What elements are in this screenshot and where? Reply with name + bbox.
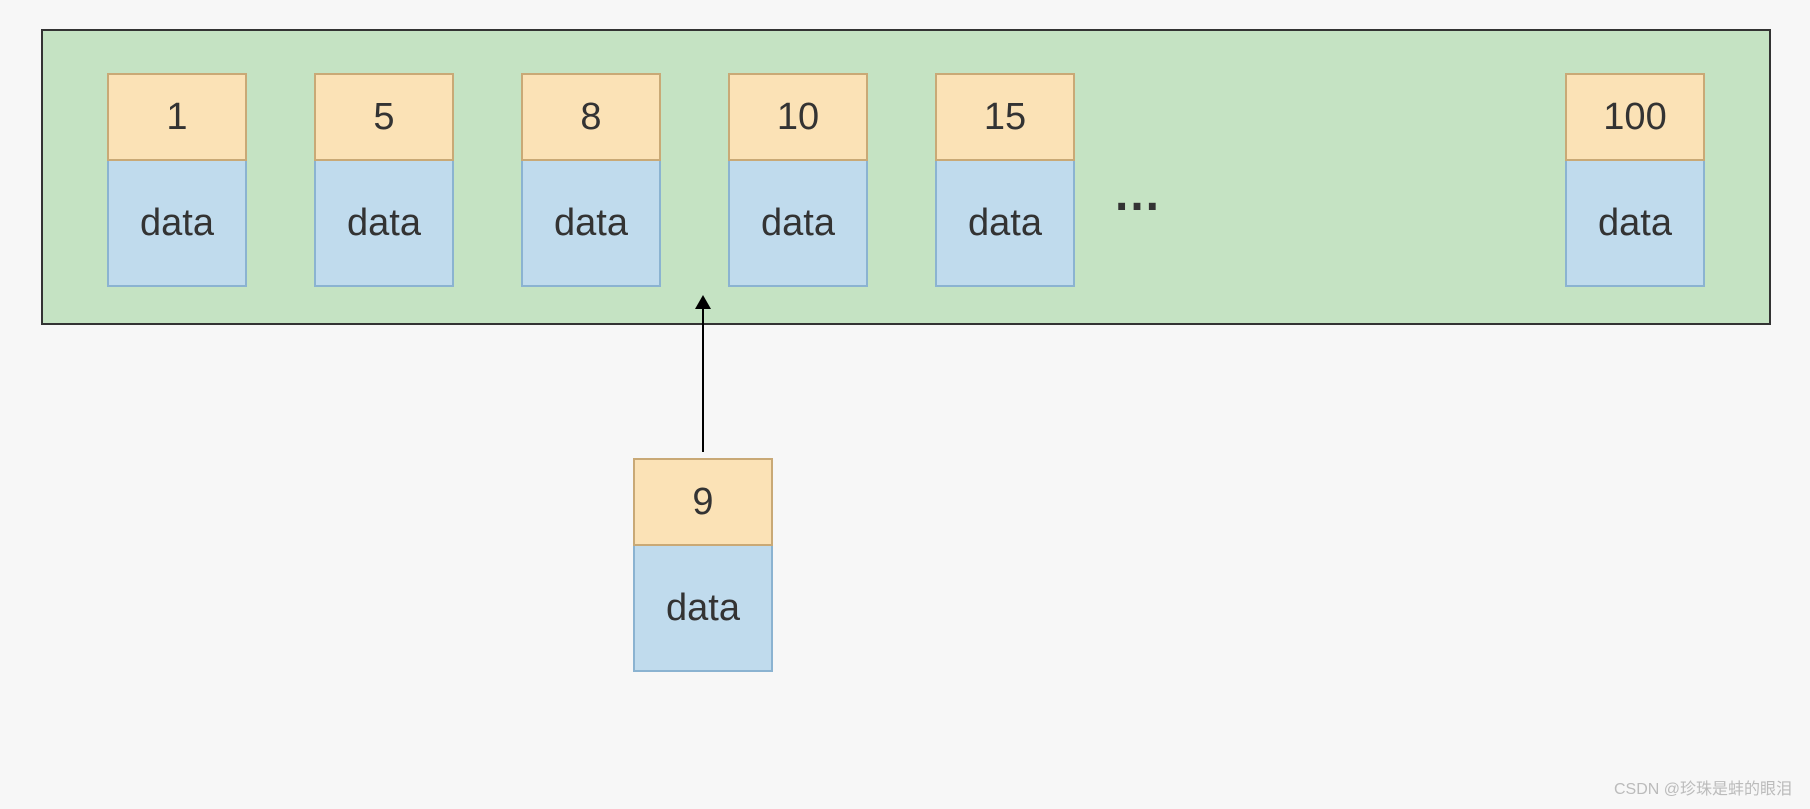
array-node: 5 data: [314, 73, 454, 287]
insert-arrow: [702, 297, 704, 452]
node-key: 8: [521, 73, 661, 161]
node-data: data: [728, 161, 868, 287]
array-node: 15 data: [935, 73, 1075, 287]
node-data: data: [521, 161, 661, 287]
node-data: data: [935, 161, 1075, 287]
array-node: 8 data: [521, 73, 661, 287]
node-key: 100: [1565, 73, 1705, 161]
node-key: 9: [633, 458, 773, 546]
array-container: 1 data 5 data 8 data 10 data 15 data ...…: [41, 29, 1771, 325]
node-data: data: [107, 161, 247, 287]
watermark: CSDN @珍珠是蚌的眼泪: [1614, 775, 1792, 799]
ellipsis: ...: [1115, 167, 1161, 222]
array-node: 1 data: [107, 73, 247, 287]
node-data: data: [633, 546, 773, 672]
node-key: 15: [935, 73, 1075, 161]
node-key: 5: [314, 73, 454, 161]
insert-node: 9 data: [633, 458, 773, 672]
node-key: 1: [107, 73, 247, 161]
array-node: 100 data: [1565, 73, 1705, 287]
node-data: data: [314, 161, 454, 287]
array-node: 10 data: [728, 73, 868, 287]
node-key: 10: [728, 73, 868, 161]
node-data: data: [1565, 161, 1705, 287]
